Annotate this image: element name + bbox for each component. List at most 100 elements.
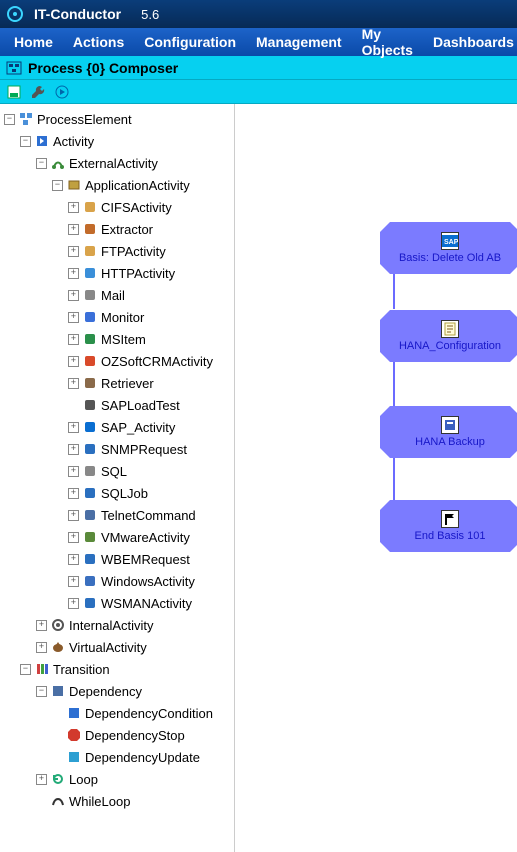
tree-item-dependencyupdate[interactable]: DependencyUpdate — [50, 746, 232, 768]
expand-icon[interactable]: + — [68, 224, 79, 235]
expand-icon[interactable]: + — [68, 268, 79, 279]
tree-item-sap_activity[interactable]: + SAP_Activity — [66, 416, 232, 438]
wrench-icon[interactable] — [30, 84, 46, 100]
tree-item-httpactivity[interactable]: + HTTPActivity — [66, 262, 232, 284]
tree-applicationactivity[interactable]: − ApplicationActivity — [50, 174, 232, 196]
menu-management[interactable]: Management — [246, 30, 352, 54]
expand-icon[interactable]: + — [68, 290, 79, 301]
tree-label[interactable]: Monitor — [101, 310, 144, 325]
flow-node-hana-backup[interactable]: HANA Backup — [380, 406, 517, 458]
tree-processelement[interactable]: − ProcessElement — [2, 108, 232, 130]
tree-label[interactable]: DependencyUpdate — [85, 750, 200, 765]
tree-label[interactable]: DependencyCondition — [85, 706, 213, 721]
expand-icon[interactable]: + — [68, 488, 79, 499]
tree-item-saploadtest[interactable]: SAPLoadTest — [66, 394, 232, 416]
expand-icon[interactable]: + — [68, 576, 79, 587]
expand-icon[interactable]: + — [68, 532, 79, 543]
expand-icon[interactable]: + — [68, 422, 79, 433]
tree-label[interactable]: Retriever — [101, 376, 154, 391]
tree-virtualactivity[interactable]: + VirtualActivity — [34, 636, 232, 658]
tree-label[interactable]: InternalActivity — [69, 618, 154, 633]
expand-icon[interactable]: + — [68, 444, 79, 455]
tree-item-retriever[interactable]: + Retriever — [66, 372, 232, 394]
expand-icon[interactable]: + — [36, 774, 47, 785]
tree-label[interactable]: SNMPRequest — [101, 442, 187, 457]
tree-whileloop[interactable]: WhileLoop — [34, 790, 232, 812]
tree-label[interactable]: TelnetCommand — [101, 508, 196, 523]
tree-item-wbemrequest[interactable]: + WBEMRequest — [66, 548, 232, 570]
tree-loop[interactable]: + Loop — [34, 768, 232, 790]
menu-home[interactable]: Home — [4, 30, 63, 54]
tree-item-ozsoftcrmactivity[interactable]: + OZSoftCRMActivity — [66, 350, 232, 372]
tree-item-msitem[interactable]: + MSItem — [66, 328, 232, 350]
expand-icon[interactable]: + — [68, 466, 79, 477]
tree-label[interactable]: WindowsActivity — [101, 574, 195, 589]
tree-label[interactable]: Extractor — [101, 222, 153, 237]
tree-label[interactable]: Loop — [69, 772, 98, 787]
tree-transition[interactable]: − Transition — [18, 658, 232, 680]
tree-externalactivity[interactable]: − ExternalActivity — [34, 152, 232, 174]
tree-label[interactable]: SQL — [101, 464, 127, 479]
tree-panel[interactable]: − ProcessElement − Activity — [0, 104, 235, 852]
tree-label[interactable]: OZSoftCRMActivity — [101, 354, 213, 369]
flow-canvas[interactable]: SAP Basis: Delete Old AB HANA_Configurat… — [235, 104, 517, 852]
expand-icon[interactable]: + — [68, 554, 79, 565]
collapse-icon[interactable]: − — [36, 686, 47, 697]
flow-node-end[interactable]: End Basis 101 — [380, 500, 517, 552]
tree-internalactivity[interactable]: + InternalActivity — [34, 614, 232, 636]
tree-label[interactable]: Activity — [53, 134, 94, 149]
collapse-icon[interactable]: − — [20, 664, 31, 675]
menu-actions[interactable]: Actions — [63, 30, 134, 54]
expand-icon[interactable]: + — [68, 510, 79, 521]
expand-icon[interactable]: + — [68, 598, 79, 609]
expand-icon[interactable]: + — [68, 312, 79, 323]
tree-label[interactable]: DependencyStop — [85, 728, 185, 743]
expand-icon[interactable]: + — [68, 356, 79, 367]
expand-icon[interactable]: + — [36, 620, 47, 631]
save-icon[interactable] — [6, 84, 22, 100]
tree-activity[interactable]: − Activity — [18, 130, 232, 152]
tree-item-sqljob[interactable]: + SQLJob — [66, 482, 232, 504]
tree-item-sql[interactable]: + SQL — [66, 460, 232, 482]
tree-item-windowsactivity[interactable]: + WindowsActivity — [66, 570, 232, 592]
tree-label[interactable]: SAP_Activity — [101, 420, 175, 435]
menu-myobjects[interactable]: My Objects — [352, 22, 423, 62]
tree-label[interactable]: WBEMRequest — [101, 552, 190, 567]
tree-item-mail[interactable]: + Mail — [66, 284, 232, 306]
expand-icon[interactable]: + — [68, 334, 79, 345]
collapse-icon[interactable]: − — [36, 158, 47, 169]
tree-item-vmwareactivity[interactable]: + VMwareActivity — [66, 526, 232, 548]
tree-item-dependencycondition[interactable]: DependencyCondition — [50, 702, 232, 724]
tree-item-ftpactivity[interactable]: +FTPActivity — [66, 240, 232, 262]
tree-label[interactable]: WSMANActivity — [101, 596, 192, 611]
flow-node-hana-config[interactable]: HANA_Configuration — [380, 310, 517, 362]
tree-item-extractor[interactable]: + Extractor — [66, 218, 232, 240]
tree-item-cifsactivity[interactable]: + CIFSActivity — [66, 196, 232, 218]
collapse-icon[interactable]: − — [4, 114, 15, 125]
tree-label[interactable]: CIFSActivity — [101, 200, 172, 215]
tree-label[interactable]: SAPLoadTest — [101, 398, 180, 413]
tree-label[interactable]: WhileLoop — [69, 794, 130, 809]
tree-label[interactable]: ApplicationActivity — [85, 178, 190, 193]
tree-label[interactable]: ExternalActivity — [69, 156, 158, 171]
tree-label[interactable]: MSItem — [101, 332, 146, 347]
expand-icon[interactable]: + — [68, 202, 79, 213]
menu-dashboards[interactable]: Dashboards — [423, 30, 517, 54]
tree-label[interactable]: HTTPActivity — [101, 266, 175, 281]
expand-icon[interactable]: + — [68, 378, 79, 389]
tree-label[interactable]: VirtualActivity — [69, 640, 147, 655]
tree-label[interactable]: ProcessElement — [37, 112, 132, 127]
tree-dependency[interactable]: − Dependency — [34, 680, 232, 702]
tree-label[interactable]: Dependency — [69, 684, 142, 699]
tree-label[interactable]: VMwareActivity — [101, 530, 190, 545]
tree-item-telnetcommand[interactable]: + TelnetCommand — [66, 504, 232, 526]
tree-item-monitor[interactable]: + Monitor — [66, 306, 232, 328]
menu-configuration[interactable]: Configuration — [134, 30, 246, 54]
expand-icon[interactable]: + — [36, 642, 47, 653]
collapse-icon[interactable]: − — [52, 180, 63, 191]
tree-label[interactable]: Mail — [101, 288, 125, 303]
collapse-icon[interactable]: − — [20, 136, 31, 147]
tree-label[interactable]: SQLJob — [101, 486, 148, 501]
run-icon[interactable] — [54, 84, 70, 100]
tree-item-snmprequest[interactable]: + SNMPRequest — [66, 438, 232, 460]
